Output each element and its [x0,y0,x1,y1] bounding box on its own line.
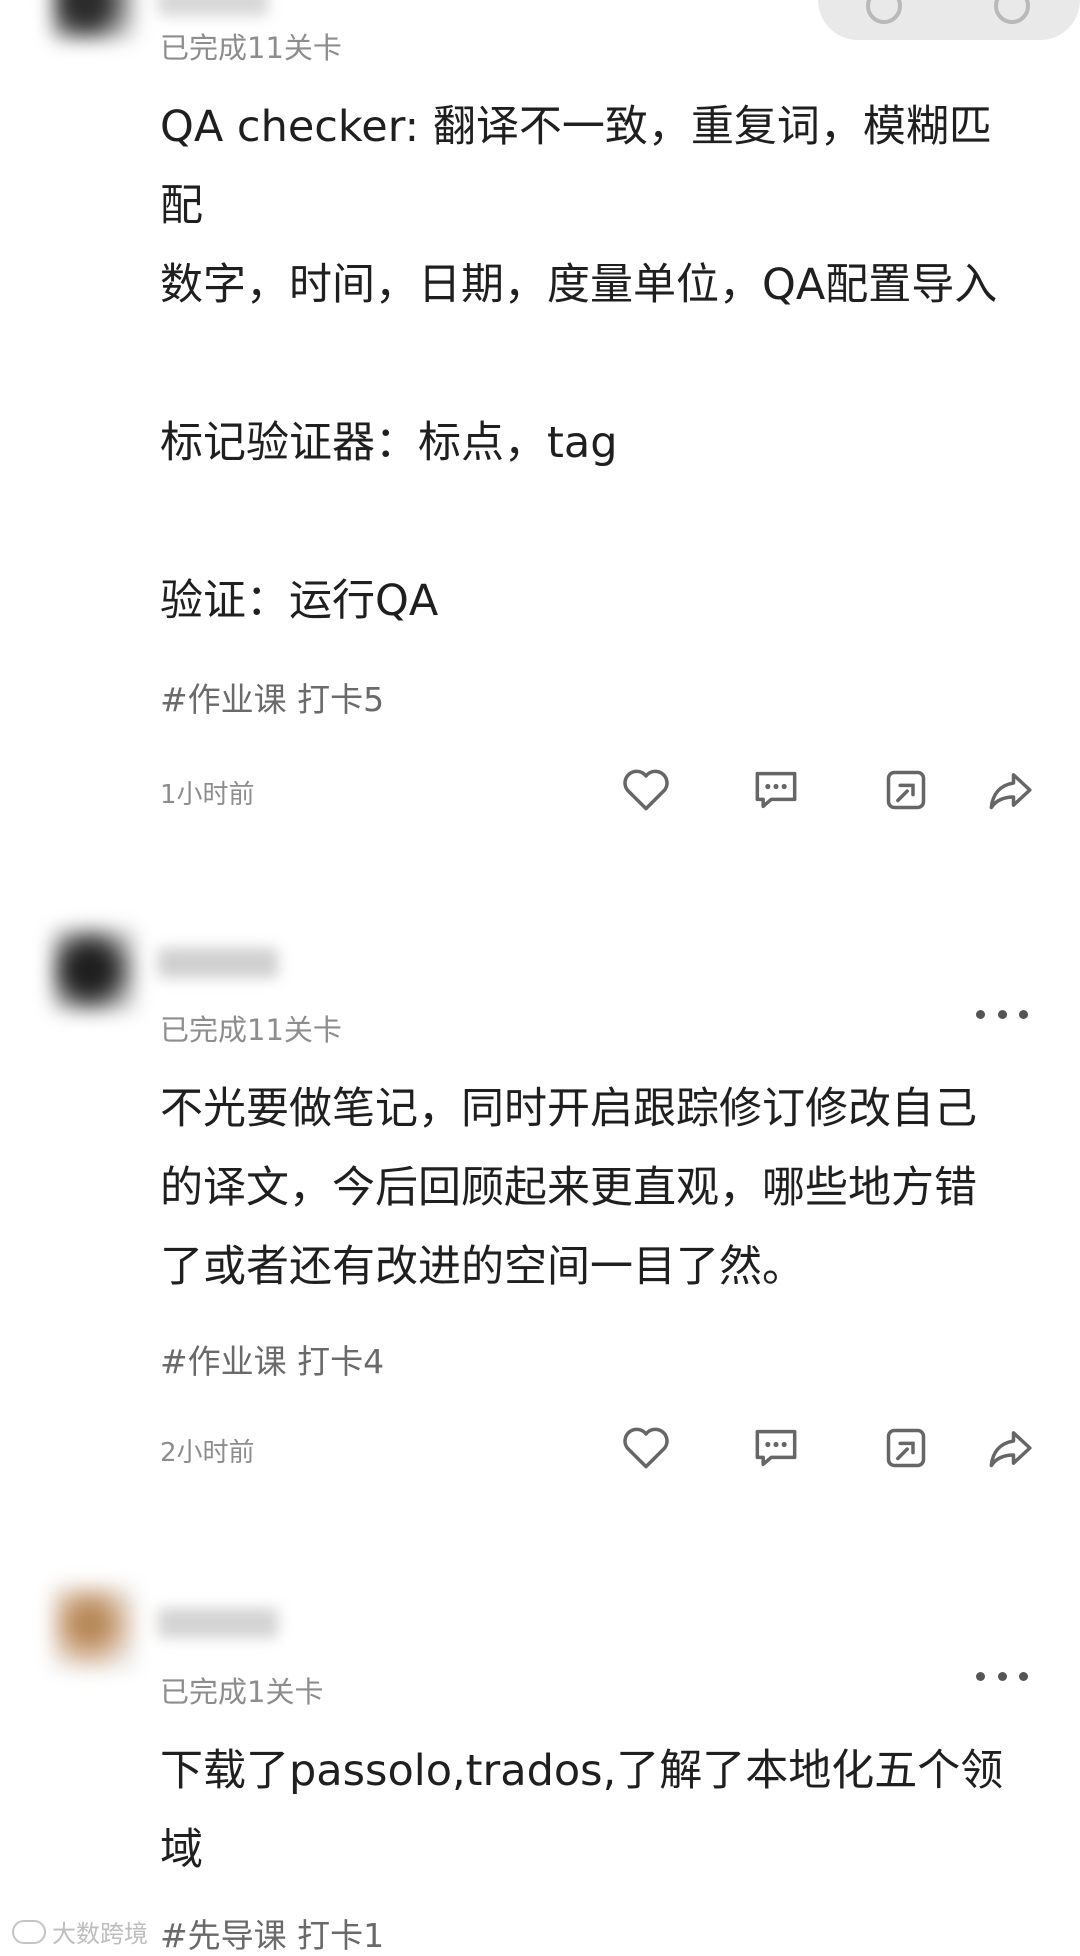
content-line: 了或者还有改进的空间一目了然。 [160,1242,805,1292]
action-bar: 1小时前 [0,760,1080,824]
avatar[interactable] [52,0,136,40]
comment-icon[interactable] [746,1418,806,1478]
post-content: QA checker: 翻译不一致，重复词，模糊匹 配 数字，时间，日期，度量单… [160,88,1040,641]
heart-icon[interactable] [616,760,676,820]
watermark-text: 大数跨境 [52,1920,148,1948]
timestamp: 1小时前 [160,780,255,810]
content-line: 的译文，今后回顾起来更直观，哪些地方错 [160,1163,977,1213]
repost-icon[interactable] [876,1418,936,1478]
content-line [160,483,1040,562]
toolbar-icon[interactable] [994,0,1030,24]
more-dots-icon[interactable] [976,996,1028,1032]
level-badge: 已完成11关卡 [160,31,342,65]
share-arrow-icon[interactable] [980,1418,1040,1478]
content-line: 标记验证器：标点，tag [160,418,618,468]
content-line: QA checker: 翻译不一致，重复词，模糊匹 [160,102,992,152]
more-dots-icon[interactable] [976,1658,1028,1694]
repost-icon[interactable] [876,760,936,820]
username-blurred[interactable] [158,0,268,16]
content-line: 数字，时间，日期，度量单位，QA配置导入 [160,260,998,310]
top-toolbar-pill[interactable] [818,0,1080,40]
comment-icon[interactable] [746,760,806,820]
heart-icon[interactable] [616,1418,676,1478]
action-bar: 2小时前 [0,1418,1080,1482]
username-blurred[interactable] [158,1608,278,1638]
timestamp: 2小时前 [160,1438,255,1468]
topic-tag[interactable]: #作业课 打卡4 [160,1342,384,1382]
level-badge: 已完成11关卡 [160,1013,342,1047]
avatar[interactable] [52,928,136,1012]
content-line: 下载了passolo,trados,了解了本地化五个领 [160,1746,1004,1796]
topic-tag[interactable]: #先导课 打卡1 [160,1916,384,1956]
username-blurred[interactable] [158,948,278,978]
content-line: 不光要做笔记，同时开启跟踪修订修改自己 [160,1084,977,1134]
share-arrow-icon[interactable] [980,760,1040,820]
watermark: 大数跨境 [12,1914,148,1949]
avatar[interactable] [52,1586,136,1670]
content-line: 配 [160,181,203,231]
content-line: 域 [160,1825,203,1875]
content-line: 验证：运行QA [160,576,439,626]
watermark-logo-icon [12,1919,46,1944]
level-badge: 已完成1关卡 [160,1675,324,1709]
content-line [160,325,1040,404]
post-content: 不光要做笔记，同时开启跟踪修订修改自己 的译文，今后回顾起来更直观，哪些地方错 … [160,1070,1040,1307]
feed: 已完成11关卡 QA checker: 翻译不一致，重复词，模糊匹 配 数字，时… [0,0,1080,1955]
toolbar-icon[interactable] [866,0,902,24]
topic-tag[interactable]: #作业课 打卡5 [160,680,384,720]
post-content: 下载了passolo,trados,了解了本地化五个领 域 [160,1732,1040,1890]
